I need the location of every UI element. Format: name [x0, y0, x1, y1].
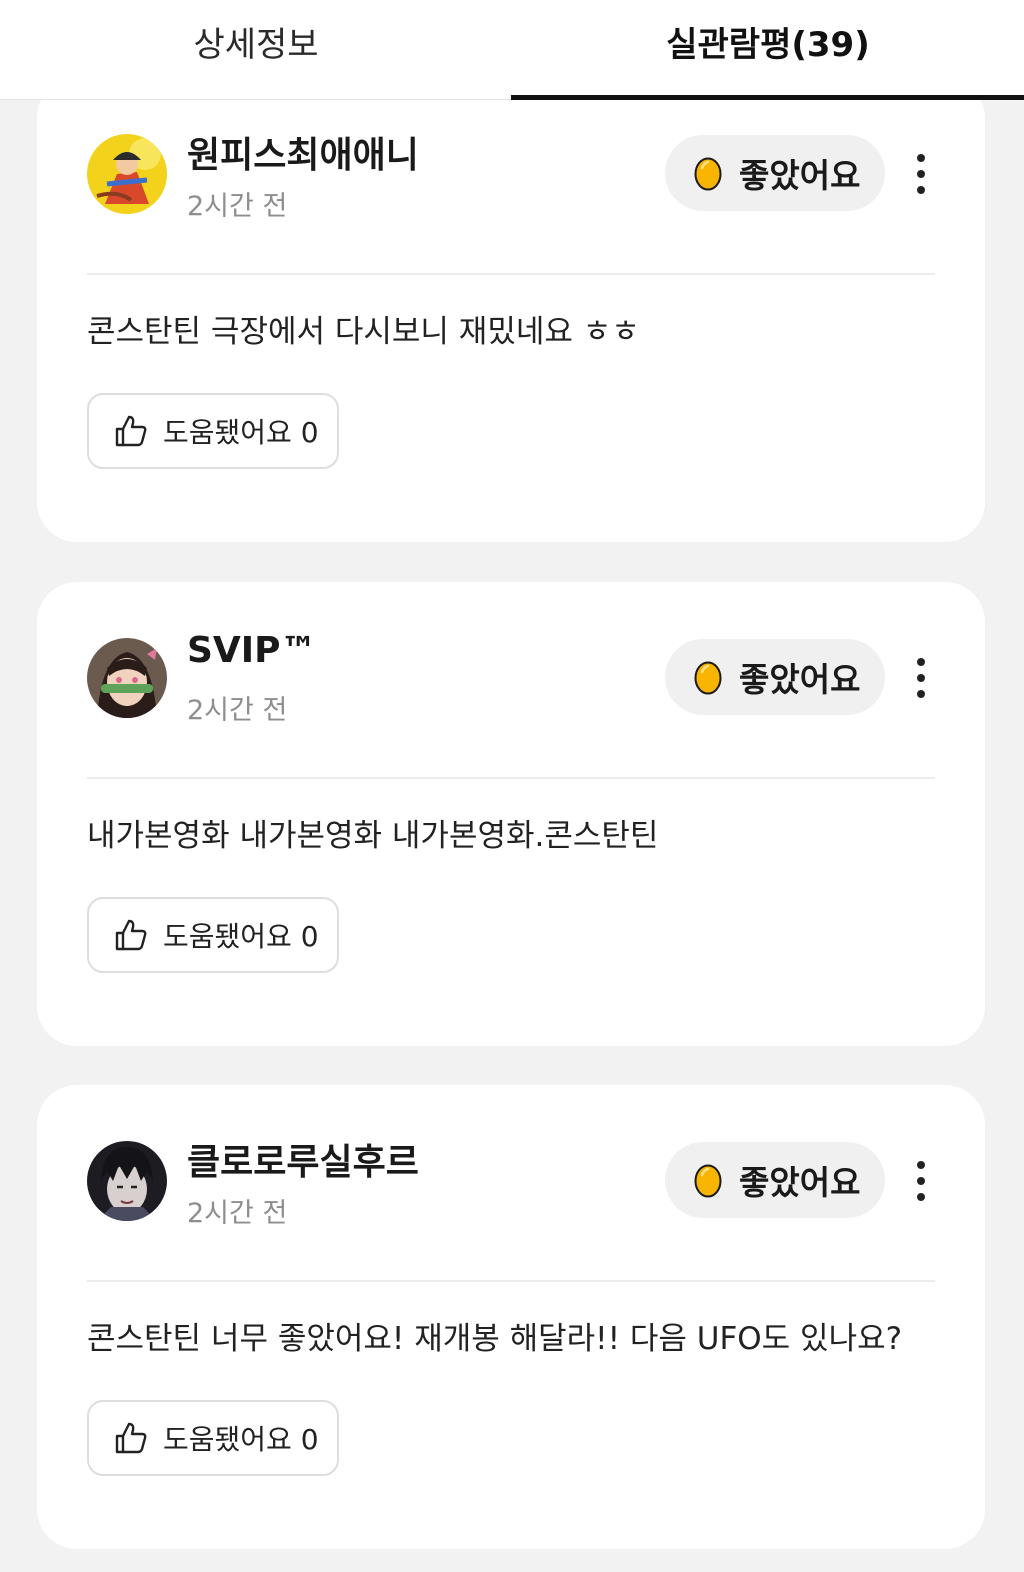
more-options-button[interactable] [905, 640, 937, 716]
review-time: 2시간 전 [187, 1198, 288, 1229]
more-dot [917, 170, 925, 178]
helpful-button[interactable]: 도움됐어요 0 [87, 1400, 339, 1476]
tab-details[interactable]: 상세정보 [0, 0, 512, 100]
helpful-count: 0 [300, 920, 319, 953]
review-card: 클로로루실후르 2시간 전 좋았어요 콘스탄틴 너무 좋았어요! 재개봉 해달라… [37, 1085, 985, 1549]
thumbs-up-icon [115, 919, 147, 951]
reviewer-nickname: 원피스최애애니 [187, 135, 419, 176]
avatar[interactable] [87, 134, 167, 214]
more-dot [917, 690, 925, 698]
helpful-button[interactable]: 도움됐어요 0 [87, 393, 339, 469]
more-options-button[interactable] [905, 136, 937, 212]
more-options-button[interactable] [905, 1143, 937, 1219]
more-vertical-icon [917, 154, 925, 162]
reviewer-nickname: 클로로루실후르 [187, 1142, 419, 1183]
tab-bar: 상세정보 실관람평(39) [0, 0, 1024, 100]
anime-boy-avatar-image [87, 1141, 167, 1221]
one-piece-avatar-image [87, 134, 167, 214]
review-comment: 콘스탄틴 너무 좋았어요! 재개봉 해달라!! 다음 UFO도 있나요? [87, 1321, 903, 1357]
helpful-label: 도움됐어요 0 [163, 1418, 319, 1458]
more-dot [917, 1177, 925, 1185]
rating-badge: 좋았어요 [665, 639, 885, 715]
rating-label: 좋았어요 [739, 156, 861, 195]
review-time: 2시간 전 [187, 695, 288, 726]
helpful-label: 도움됐어요 0 [163, 915, 319, 955]
more-vertical-icon [917, 1161, 925, 1169]
thumbs-up-icon [115, 415, 147, 447]
helpful-count: 0 [300, 1423, 319, 1456]
avatar[interactable] [87, 638, 167, 718]
rating-label: 좋았어요 [739, 660, 861, 699]
helpful-count: 0 [300, 416, 319, 449]
egg-icon [694, 661, 722, 695]
helpful-text: 도움됐어요 [163, 416, 292, 449]
divider [87, 777, 935, 779]
review-card: 원피스최애애니 2시간 전 좋았어요 콘스탄틴 극장에서 다시보니 재밌네요 ㅎ… [37, 78, 985, 542]
egg-icon [694, 1164, 722, 1198]
helpful-text: 도움됐어요 [163, 1423, 292, 1456]
rating-label: 좋았어요 [739, 1163, 861, 1202]
anime-girl-avatar-image [87, 638, 167, 718]
rating-badge: 좋았어요 [665, 1142, 885, 1218]
active-tab-indicator [511, 95, 1024, 100]
avatar[interactable] [87, 1141, 167, 1221]
more-dot [917, 1193, 925, 1201]
divider [87, 273, 935, 275]
tab-reviews[interactable]: 실관람평(39) [512, 0, 1024, 100]
review-comment: 내가본영화 내가본영화 내가본영화.콘스탄틴 [87, 818, 659, 854]
review-time: 2시간 전 [187, 191, 288, 222]
helpful-label: 도움됐어요 0 [163, 411, 319, 451]
divider [87, 1280, 935, 1282]
more-dot [917, 674, 925, 682]
rating-badge: 좋았어요 [665, 135, 885, 211]
helpful-button[interactable]: 도움됐어요 0 [87, 897, 339, 973]
thumbs-up-icon [115, 1422, 147, 1454]
review-comment: 콘스탄틴 극장에서 다시보니 재밌네요 ㅎㅎ [87, 314, 640, 350]
review-card: SVIP™ 2시간 전 좋았어요 내가본영화 내가본영화 내가본영화.콘스탄틴 … [37, 582, 985, 1046]
egg-icon [694, 157, 722, 191]
more-dot [917, 186, 925, 194]
helpful-text: 도움됐어요 [163, 920, 292, 953]
more-vertical-icon [917, 658, 925, 666]
reviewer-nickname: SVIP™ [187, 630, 317, 671]
